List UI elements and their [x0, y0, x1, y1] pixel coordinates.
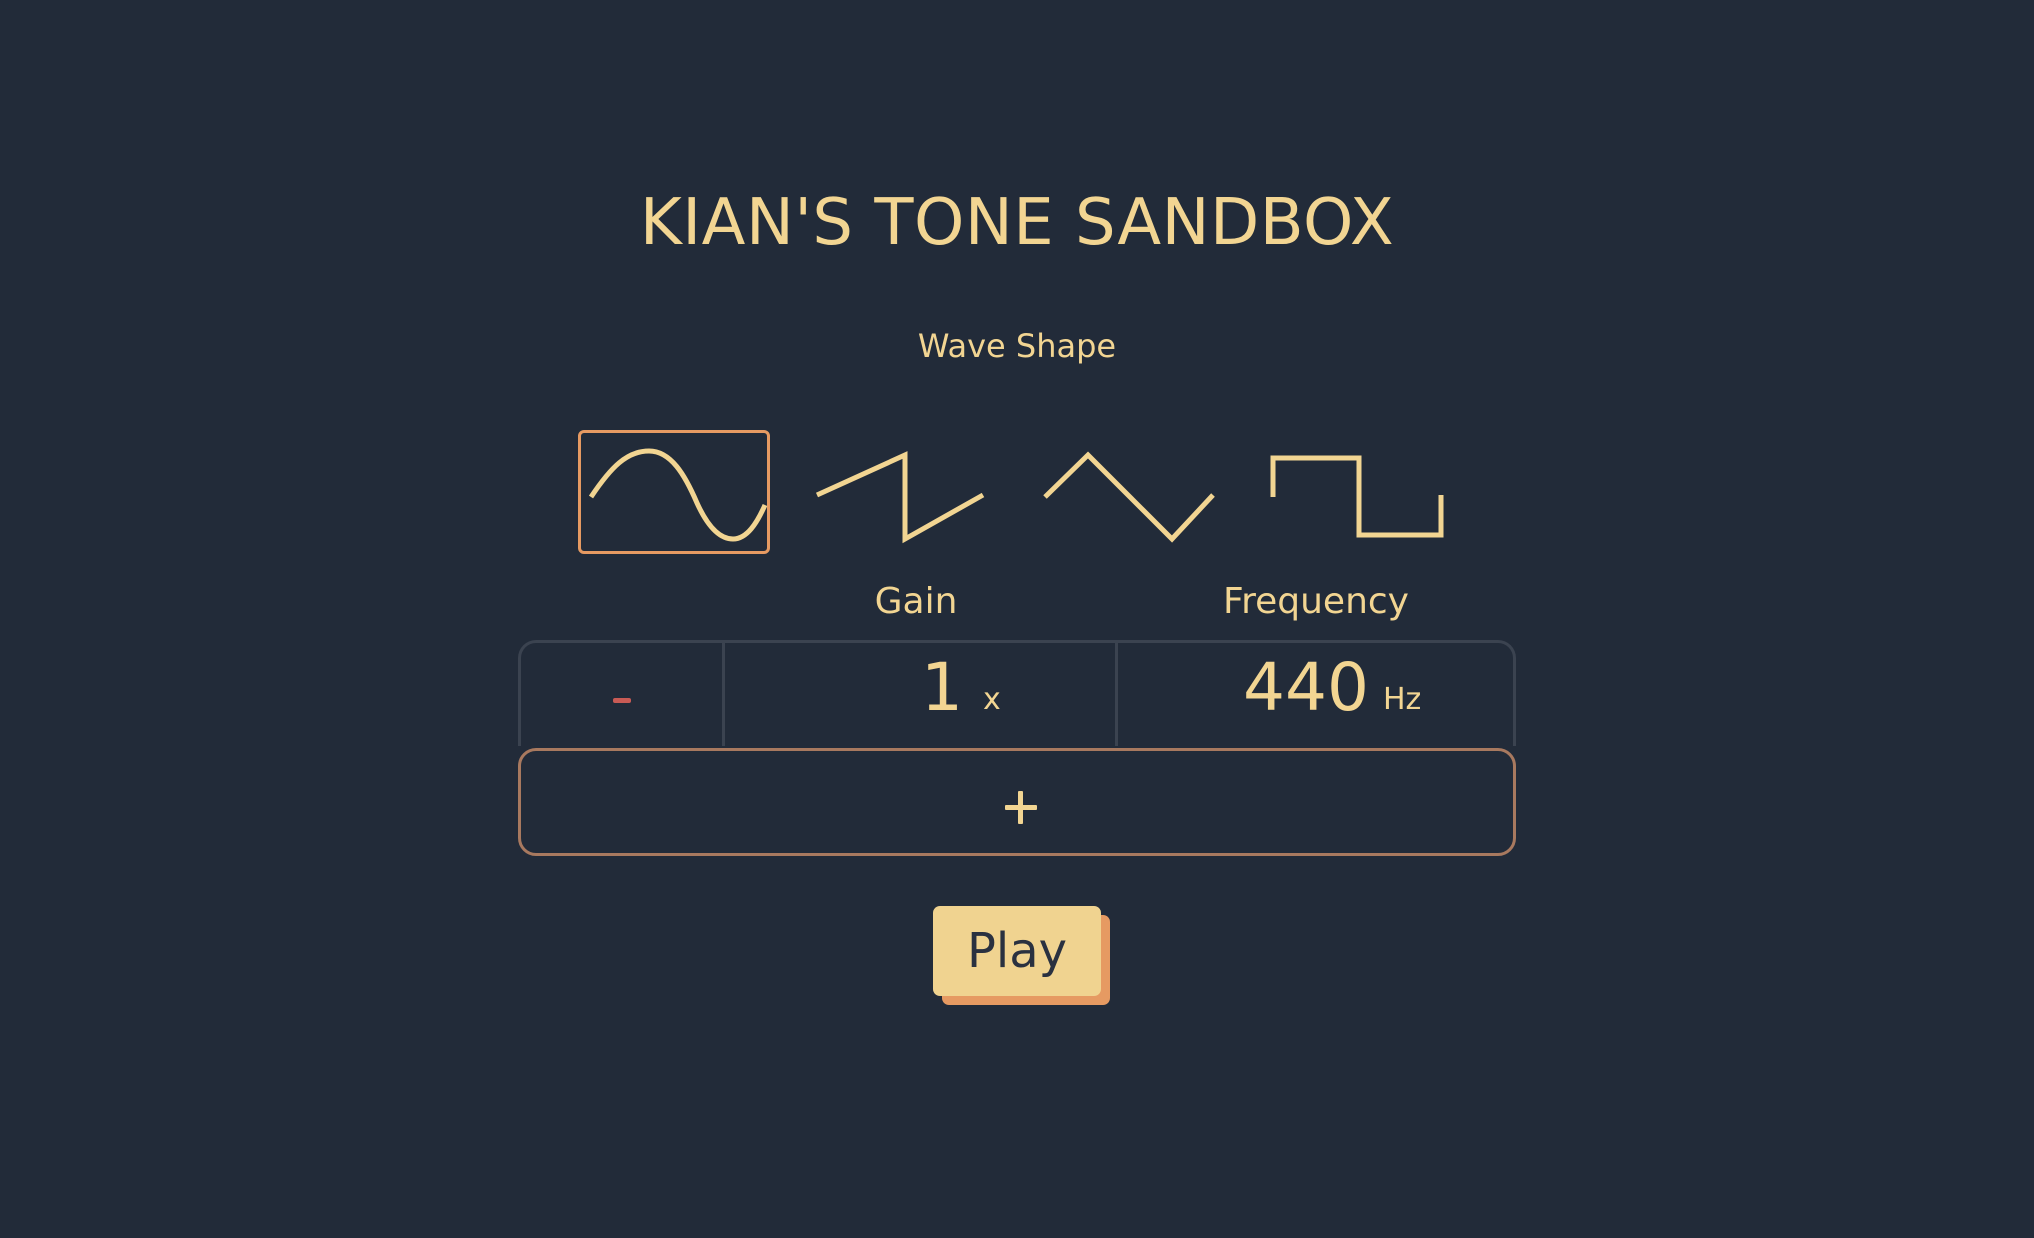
wave-option-square[interactable]: [1262, 430, 1454, 554]
minus-icon: [613, 698, 631, 703]
wave-option-sine[interactable]: [578, 430, 770, 554]
divider: [1115, 643, 1118, 746]
wave-option-triangle[interactable]: [1034, 430, 1226, 554]
page-title: KIAN'S TONE SANDBOX: [639, 186, 1395, 260]
square-wave-icon: [1270, 455, 1444, 538]
play-button[interactable]: Play: [933, 906, 1101, 996]
gain-value[interactable]: 1: [921, 653, 963, 723]
wave-shape-label: Wave Shape: [917, 327, 1117, 365]
plus-icon: [1018, 791, 1023, 824]
gain-label: Gain: [874, 581, 958, 622]
minus-button[interactable]: [521, 643, 722, 746]
frequency-value[interactable]: 440: [1243, 653, 1369, 723]
frequency-unit: Hz: [1383, 682, 1422, 717]
gain-unit: x: [983, 682, 1001, 717]
sawtooth-wave-icon: [815, 451, 985, 544]
frequency-label: Frequency: [1223, 581, 1409, 622]
divider: [722, 643, 725, 746]
sine-wave-icon: [588, 448, 768, 542]
controls-panel: 1 x 440 Hz: [518, 640, 1516, 746]
triangle-wave-icon: [1043, 451, 1215, 543]
wave-option-sawtooth[interactable]: [806, 430, 998, 554]
plus-button[interactable]: [518, 748, 1516, 856]
